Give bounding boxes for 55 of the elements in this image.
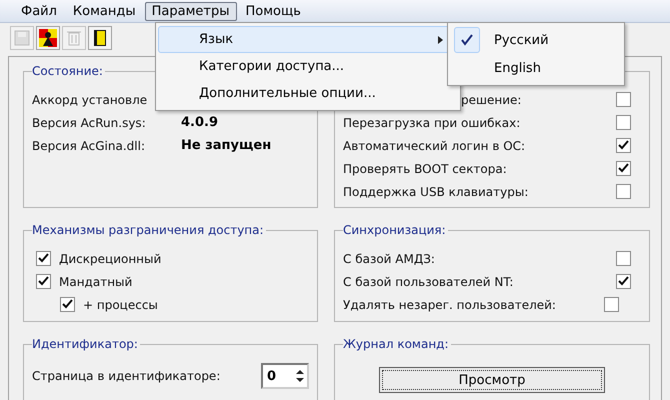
spin-field[interactable]: 0 (261, 363, 309, 389)
menu-item[interactable]: Помощь (238, 2, 308, 20)
option-label: Поддержка USB клавиатуры: (343, 184, 528, 198)
trash-icon (67, 30, 81, 46)
menu-item[interactable]: English (450, 54, 622, 82)
checkbox[interactable] (616, 251, 631, 266)
checkbox[interactable] (616, 92, 631, 107)
checkbox[interactable] (616, 115, 631, 130)
check-icon (618, 276, 629, 287)
field-label: Аккорд установле (32, 92, 148, 106)
menu-item[interactable]: Дополнительные опции... (158, 80, 458, 107)
field-label: Версия AcRun.sys: (32, 116, 146, 130)
group-title: Механизмы разграничения доступа: (32, 223, 266, 237)
option-label: Удалять незарег. пользователей: (343, 298, 556, 312)
option-label: С базой пользователей NT: (343, 274, 514, 288)
checkbox[interactable] (60, 297, 75, 312)
toolbar-button[interactable] (36, 26, 60, 50)
user-icon (39, 29, 57, 47)
field-value: 4.0.9 (181, 115, 220, 130)
menu-item[interactable]: Команды (66, 2, 143, 20)
field-label: Версия AcGina.dll: (32, 138, 145, 152)
group-title: Идентификатор: (32, 337, 140, 351)
field-value: Не запущен (181, 138, 272, 153)
checkbox[interactable] (616, 138, 631, 153)
option-label: решение: (461, 92, 522, 106)
view-button[interactable]: Просмотр (379, 367, 605, 393)
door-icon (93, 29, 107, 47)
check-icon (618, 163, 629, 174)
field-label: Страница в идентификаторе: (32, 369, 220, 383)
option-label: Автоматический логин в ОС: (343, 138, 526, 152)
option-label: Проверять BOOT сектора: (343, 162, 507, 176)
option-label: Перезагрузка при ошибках: (343, 116, 520, 130)
option-label: + процессы (83, 298, 158, 312)
floppy-icon (14, 30, 30, 46)
submenu-arrow-icon (438, 36, 443, 44)
checkbox[interactable] (36, 274, 51, 289)
check-icon (460, 33, 474, 47)
checkbox[interactable] (616, 161, 631, 176)
group-title: Журнал команд: (343, 337, 451, 351)
check-icon (38, 276, 49, 287)
checkbox[interactable] (604, 297, 619, 312)
group-title: Синхронизация: (343, 223, 448, 237)
option-label: Мандатный (59, 274, 132, 288)
checkbox[interactable] (36, 251, 51, 266)
toolbar-button[interactable] (88, 26, 112, 50)
check-icon (38, 253, 49, 264)
option-label: С базой АМДЗ: (343, 252, 435, 266)
check-icon (62, 299, 73, 310)
option-label: Дискреционный (59, 252, 162, 266)
group-title: Состояние: (32, 64, 105, 78)
checkbox[interactable] (616, 184, 631, 199)
menu-item[interactable]: Файл (14, 2, 64, 20)
menu-item[interactable]: Параметры (144, 2, 236, 20)
checkbox[interactable] (616, 274, 631, 289)
check-icon (618, 140, 629, 151)
